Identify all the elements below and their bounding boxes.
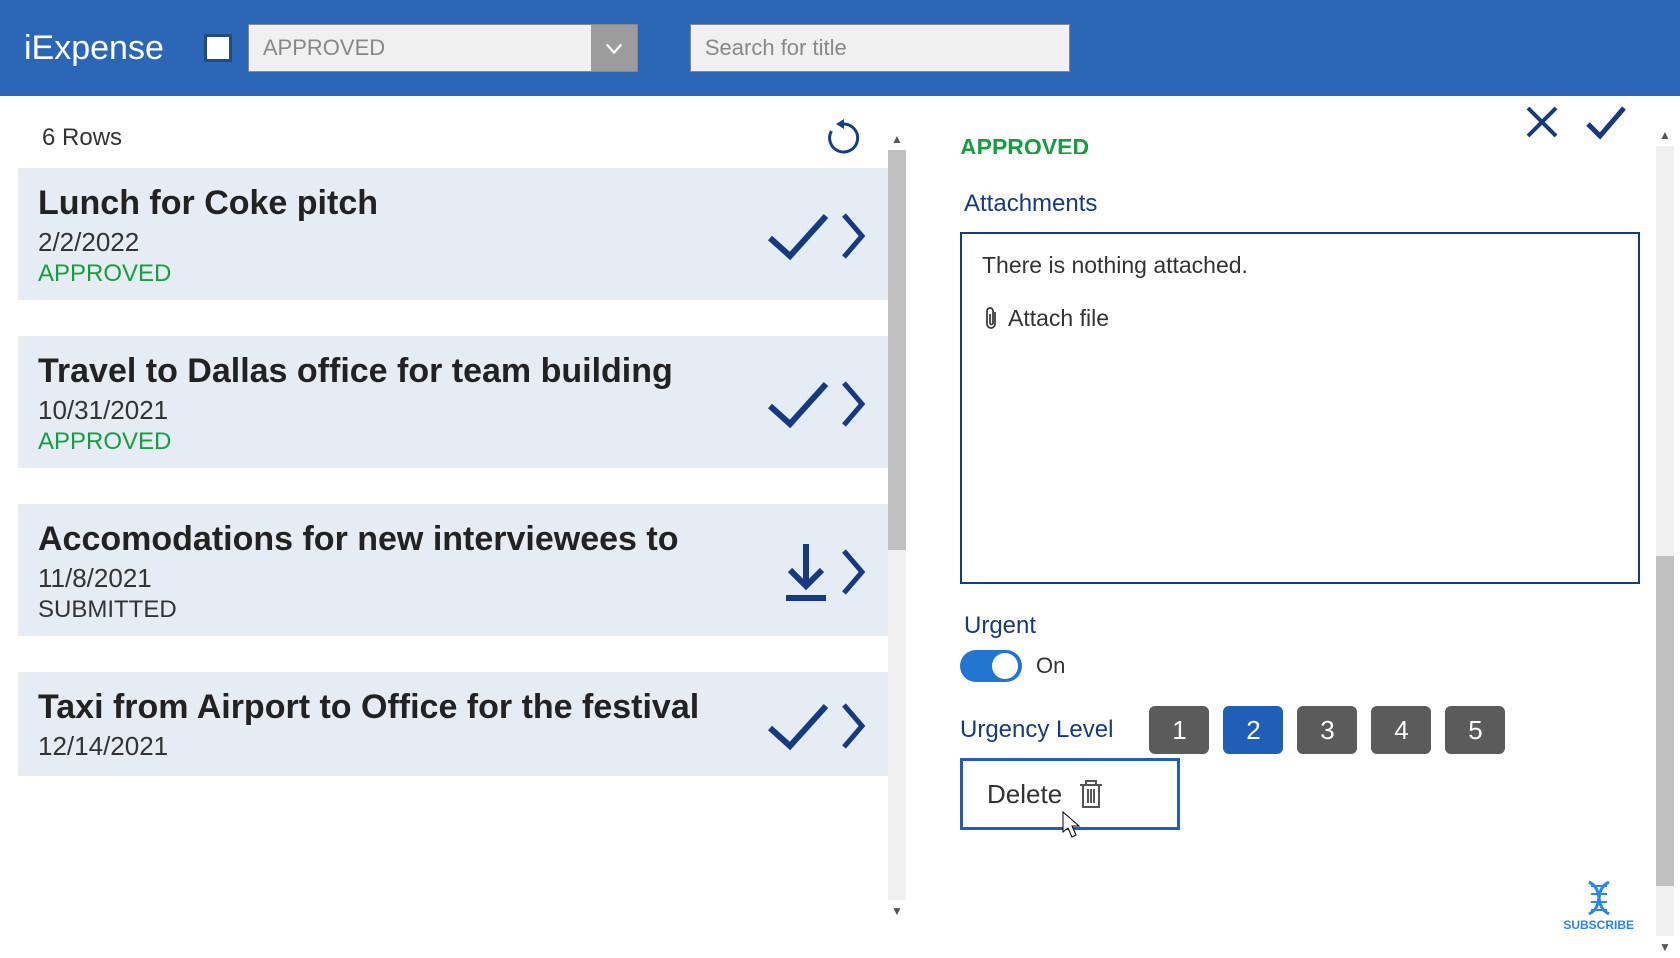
list-item-status: APPROVED (38, 260, 766, 288)
status-filter-dropdown[interactable]: APPROVED (248, 24, 638, 72)
header-bar: iExpense APPROVED Search for title (0, 0, 1680, 96)
main-area: 6 Rows Lunch for Coke pitch 2/2/2022 APP… (0, 96, 1680, 944)
urgency-level-label: Urgency Level (960, 716, 1113, 744)
attach-file-label: Attach file (1008, 305, 1109, 332)
attachments-empty-text: There is nothing attached. (982, 252, 1618, 279)
subscribe-text: SUBSCRIBE (1563, 918, 1634, 932)
filter-checkbox[interactable] (204, 34, 232, 62)
row-count-label: 6 Rows (42, 124, 122, 152)
list-item-title: Accomodations for new interviewees to (38, 520, 780, 559)
chevron-down-icon[interactable] (591, 25, 637, 71)
download-icon[interactable] (780, 540, 832, 604)
search-input[interactable]: Search for title (690, 24, 1070, 72)
list-item-title: Taxi from Airport to Office for the fest… (38, 688, 766, 727)
delete-label: Delete (987, 779, 1062, 810)
dna-icon (1579, 878, 1619, 918)
refresh-icon[interactable] (824, 118, 864, 158)
status-filter-placeholder: APPROVED (249, 35, 591, 61)
urgency-level-4[interactable]: 4 (1371, 706, 1431, 754)
detail-pane: APPROVED Attachments There is nothing at… (906, 96, 1680, 944)
check-icon[interactable] (766, 700, 832, 752)
detail-scrollbar[interactable]: ▲ ▼ (1656, 146, 1674, 936)
urgency-level-1[interactable]: 1 (1149, 706, 1209, 754)
scrollbar-thumb[interactable] (888, 150, 906, 550)
list-item-date: 10/31/2021 (38, 395, 766, 426)
list-scrollbar[interactable]: ▲ ▼ (888, 150, 906, 900)
chevron-right-icon[interactable] (840, 547, 868, 597)
list-item[interactable]: Accomodations for new interviewees to 11… (18, 504, 888, 636)
list-item-title: Travel to Dallas office for team buildin… (38, 352, 766, 391)
attachments-label: Attachments (964, 190, 1640, 218)
list-item-status: SUBMITTED (38, 596, 780, 624)
attach-file-button[interactable]: Attach file (982, 305, 1618, 332)
list-item-date: 2/2/2022 (38, 227, 766, 258)
urgent-label: Urgent (964, 612, 1640, 640)
chevron-right-icon[interactable] (840, 379, 868, 429)
chevron-right-icon[interactable] (840, 211, 868, 261)
list-pane: 6 Rows Lunch for Coke pitch 2/2/2022 APP… (0, 96, 906, 944)
detail-status: APPROVED (960, 134, 1640, 154)
list-item-title: Lunch for Coke pitch (38, 184, 766, 223)
paperclip-icon (982, 306, 1000, 332)
list-item-status: APPROVED (38, 428, 766, 456)
check-icon[interactable] (766, 378, 832, 430)
urgency-level-5[interactable]: 5 (1445, 706, 1505, 754)
list-item[interactable]: Taxi from Airport to Office for the fest… (18, 672, 888, 776)
row-count-bar: 6 Rows (18, 110, 888, 168)
list-item[interactable]: Lunch for Coke pitch 2/2/2022 APPROVED (18, 168, 888, 300)
list-item-date: 12/14/2021 (38, 731, 766, 762)
urgency-level-3[interactable]: 3 (1297, 706, 1357, 754)
expense-list: Lunch for Coke pitch 2/2/2022 APPROVED T… (18, 168, 888, 776)
toggle-knob (992, 653, 1018, 679)
trash-icon (1076, 777, 1106, 811)
attachments-box[interactable]: There is nothing attached. Attach file (960, 232, 1640, 584)
check-icon[interactable] (766, 210, 832, 262)
urgency-level-2[interactable]: 2 (1223, 706, 1283, 754)
urgent-value-text: On (1036, 653, 1065, 679)
delete-button[interactable]: Delete (960, 758, 1180, 830)
app-title: iExpense (24, 29, 164, 68)
urgent-toggle[interactable] (960, 650, 1022, 682)
scrollbar-thumb[interactable] (1656, 556, 1674, 886)
subscribe-badge[interactable]: SUBSCRIBE (1563, 878, 1634, 932)
list-item[interactable]: Travel to Dallas office for team buildin… (18, 336, 888, 468)
search-placeholder: Search for title (705, 35, 847, 61)
list-item-date: 11/8/2021 (38, 563, 780, 594)
chevron-right-icon[interactable] (840, 701, 868, 751)
